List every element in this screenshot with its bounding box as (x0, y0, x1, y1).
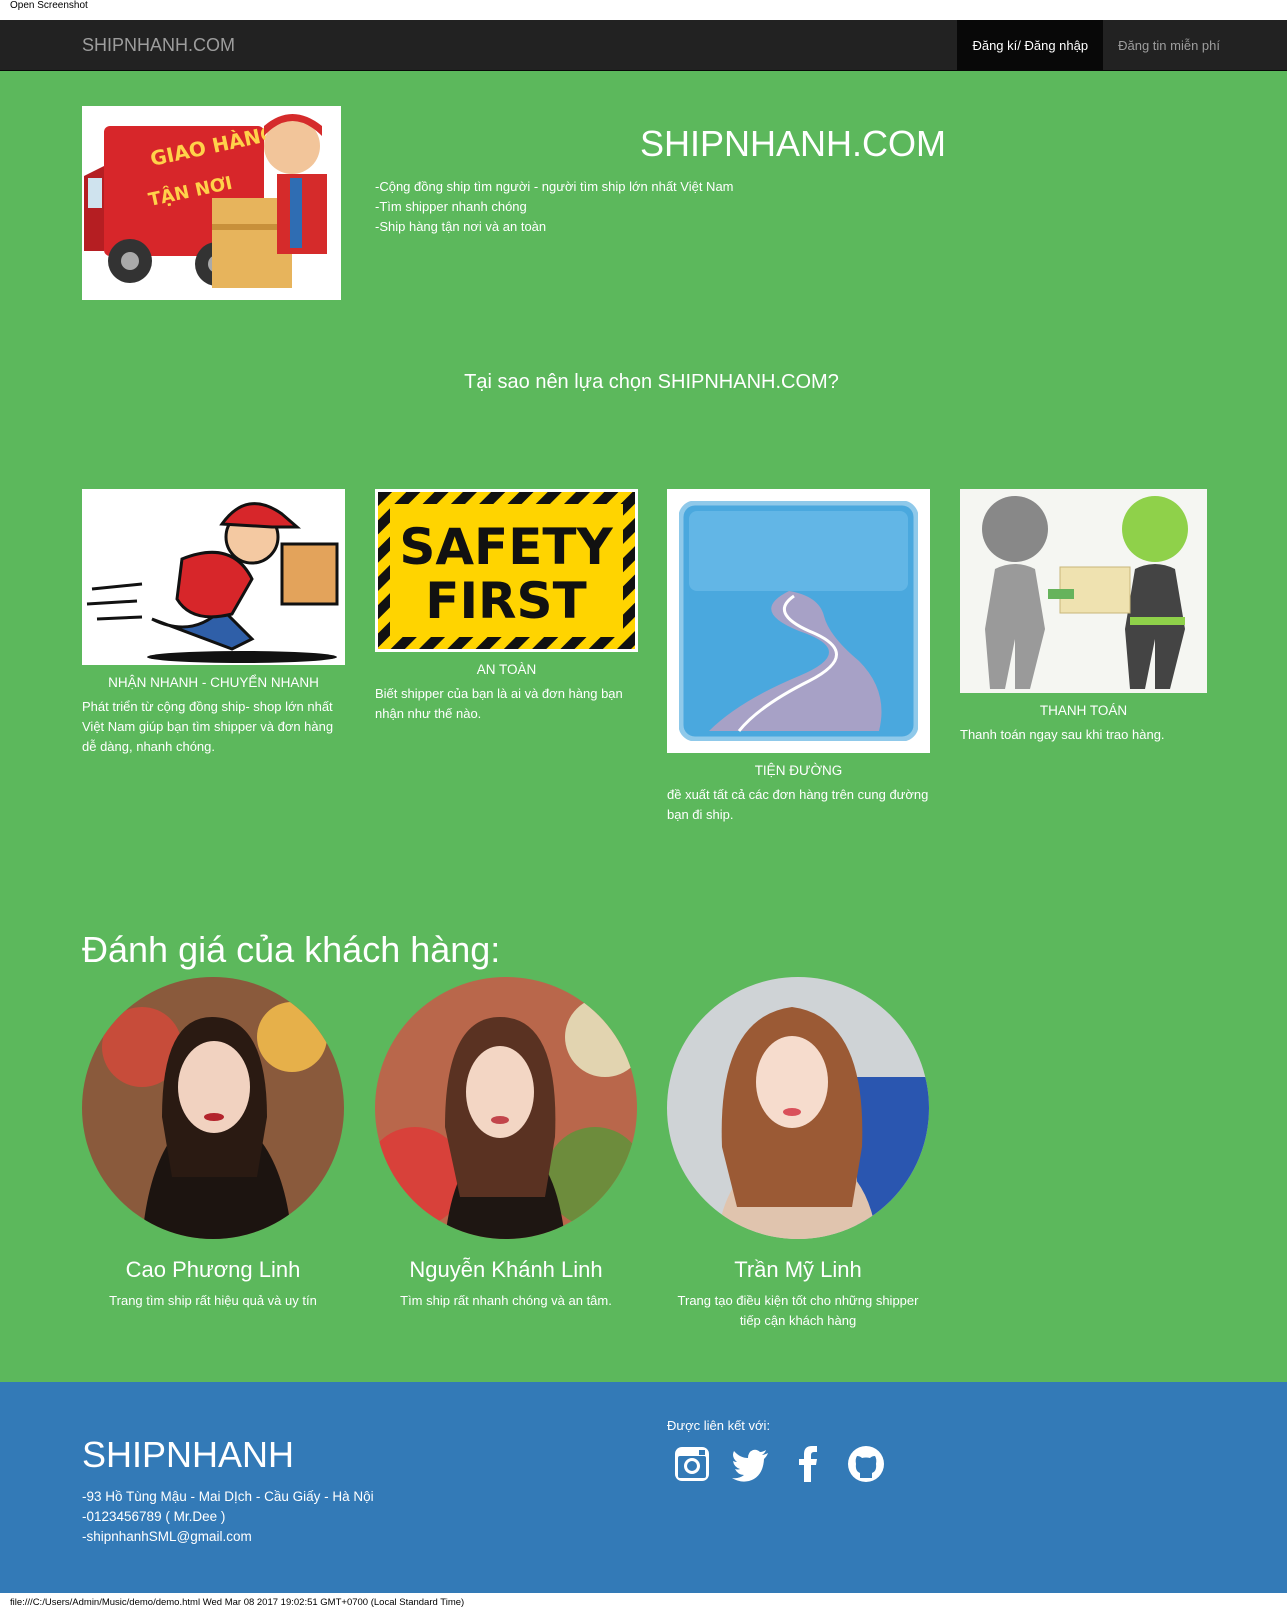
feature-safe: SAFETY FIRST AN TOÀN Biết shipper của bạ… (375, 489, 638, 724)
reviews-heading: Đánh giá của khách hàng: (82, 929, 501, 970)
running-courier-image (82, 489, 345, 665)
review-text: Tìm ship rất nhanh chóng và an tâm. (400, 1293, 612, 1308)
hero-line: -Ship hàng tận nơi và an toàn (375, 219, 547, 234)
payment-handover-image (960, 489, 1207, 693)
review-card: Cao Phương Linh Trang tìm ship rất hiệu … (82, 977, 344, 1311)
social-links (672, 1444, 886, 1484)
footer-connect-label: Được liên kết với: (667, 1418, 771, 1433)
feature-description: Phát triển từ cộng đồng ship- shop lớn n… (82, 699, 334, 754)
twitter-icon[interactable] (730, 1444, 770, 1484)
reviewer-name: Nguyễn Khánh Linh (409, 1257, 603, 1282)
hero-tagline: -Cộng đồng ship tìm người - người tìm sh… (375, 177, 734, 237)
footer-brand: SHIPNHANH (82, 1434, 295, 1475)
sign-word: FIRST (425, 572, 586, 630)
feature-caption: TIỆN ĐƯỜNG (754, 763, 843, 778)
footer-address: -93 Hồ Tùng Mậu - Mai DỊch - Cầu Giấy - … (82, 1489, 374, 1504)
review-card: Nguyễn Khánh Linh Tìm ship rất nhanh chó… (375, 977, 637, 1311)
feature-description: đề xuất tất cả các đơn hàng trên cung đư… (667, 787, 929, 822)
footer-email[interactable]: -shipnhanhSML@gmail.com (82, 1527, 374, 1547)
feature-caption: THANH TOÁN (1039, 703, 1128, 718)
why-heading: Tại sao nên lựa chọn SHIPNHANH.COM? (464, 371, 839, 393)
road-icon-image (667, 489, 930, 753)
nav-login-register[interactable]: Đăng kí/ Đăng nhập (957, 20, 1104, 71)
feature-caption: AN TOÀN (476, 662, 537, 677)
reviewer-avatar (375, 977, 637, 1239)
sign-word: SAFETY (399, 518, 613, 576)
reviewer-avatar (667, 977, 929, 1239)
safety-first-sign: SAFETY FIRST (375, 489, 638, 652)
nav-post-free[interactable]: Đăng tin miễn phí (1103, 20, 1235, 71)
instagram-icon[interactable] (672, 1444, 712, 1484)
hero-line: -Cộng đồng ship tìm người - người tìm sh… (375, 179, 734, 194)
feature-caption: NHẬN NHANH - CHUYỂN NHANH (108, 675, 319, 690)
main-content: GIAO HÀNG TẬN NƠI SHIPNHANH.COM -Cộng đồ… (0, 71, 1287, 1382)
hero-title: SHIPNHANH.COM (640, 123, 947, 164)
feature-description: Biết shipper của bạn là ai và đơn hàng b… (375, 686, 623, 721)
navbar-brand[interactable]: SHIPNHANH.COM (82, 20, 235, 71)
github-icon[interactable] (846, 1444, 886, 1484)
footer-phone: -0123456789 ( Mr.Dee ) (82, 1509, 226, 1524)
navbar-links: Đăng kí/ Đăng nhập Đăng tin miễn phí (957, 20, 1235, 71)
facebook-icon[interactable] (788, 1444, 828, 1484)
feature-fast: NHẬN NHANH - CHUYỂN NHANH Phát triển từ … (82, 489, 345, 757)
browser-top-label: Open Screenshot (0, 0, 1287, 20)
feature-description: Thanh toán ngay sau khi trao hàng. (960, 727, 1165, 742)
review-text: Trang tạo điều kiện tốt cho những shippe… (677, 1293, 919, 1328)
reviewer-name: Trần Mỹ Linh (734, 1257, 862, 1282)
navbar: SHIPNHANH.COM Đăng kí/ Đăng nhập Đăng ti… (0, 20, 1287, 71)
browser-status-text: file:///C:/Users/Admin/Music/demo/demo.h… (0, 1593, 1287, 1610)
footer: SHIPNHANH -93 Hồ Tùng Mậu - Mai DỊch - C… (0, 1382, 1287, 1593)
feature-payment: THANH TOÁN Thanh toán ngay sau khi trao … (960, 489, 1207, 745)
reviewer-avatar (82, 977, 344, 1239)
feature-on-route: TIỆN ĐƯỜNG đề xuất tất cả các đơn hàng t… (667, 489, 930, 825)
hero-line: -Tìm shipper nhanh chóng (375, 199, 527, 214)
reviewer-name: Cao Phương Linh (125, 1257, 301, 1282)
footer-contact: -93 Hồ Tùng Mậu - Mai DỊch - Cầu Giấy - … (82, 1487, 374, 1547)
review-card: Trần Mỹ Linh Trang tạo điều kiện tốt cho… (667, 977, 929, 1331)
review-text: Trang tìm ship rất hiệu quả và uy tín (109, 1293, 317, 1308)
delivery-truck-image: GIAO HÀNG TẬN NƠI (82, 106, 341, 300)
